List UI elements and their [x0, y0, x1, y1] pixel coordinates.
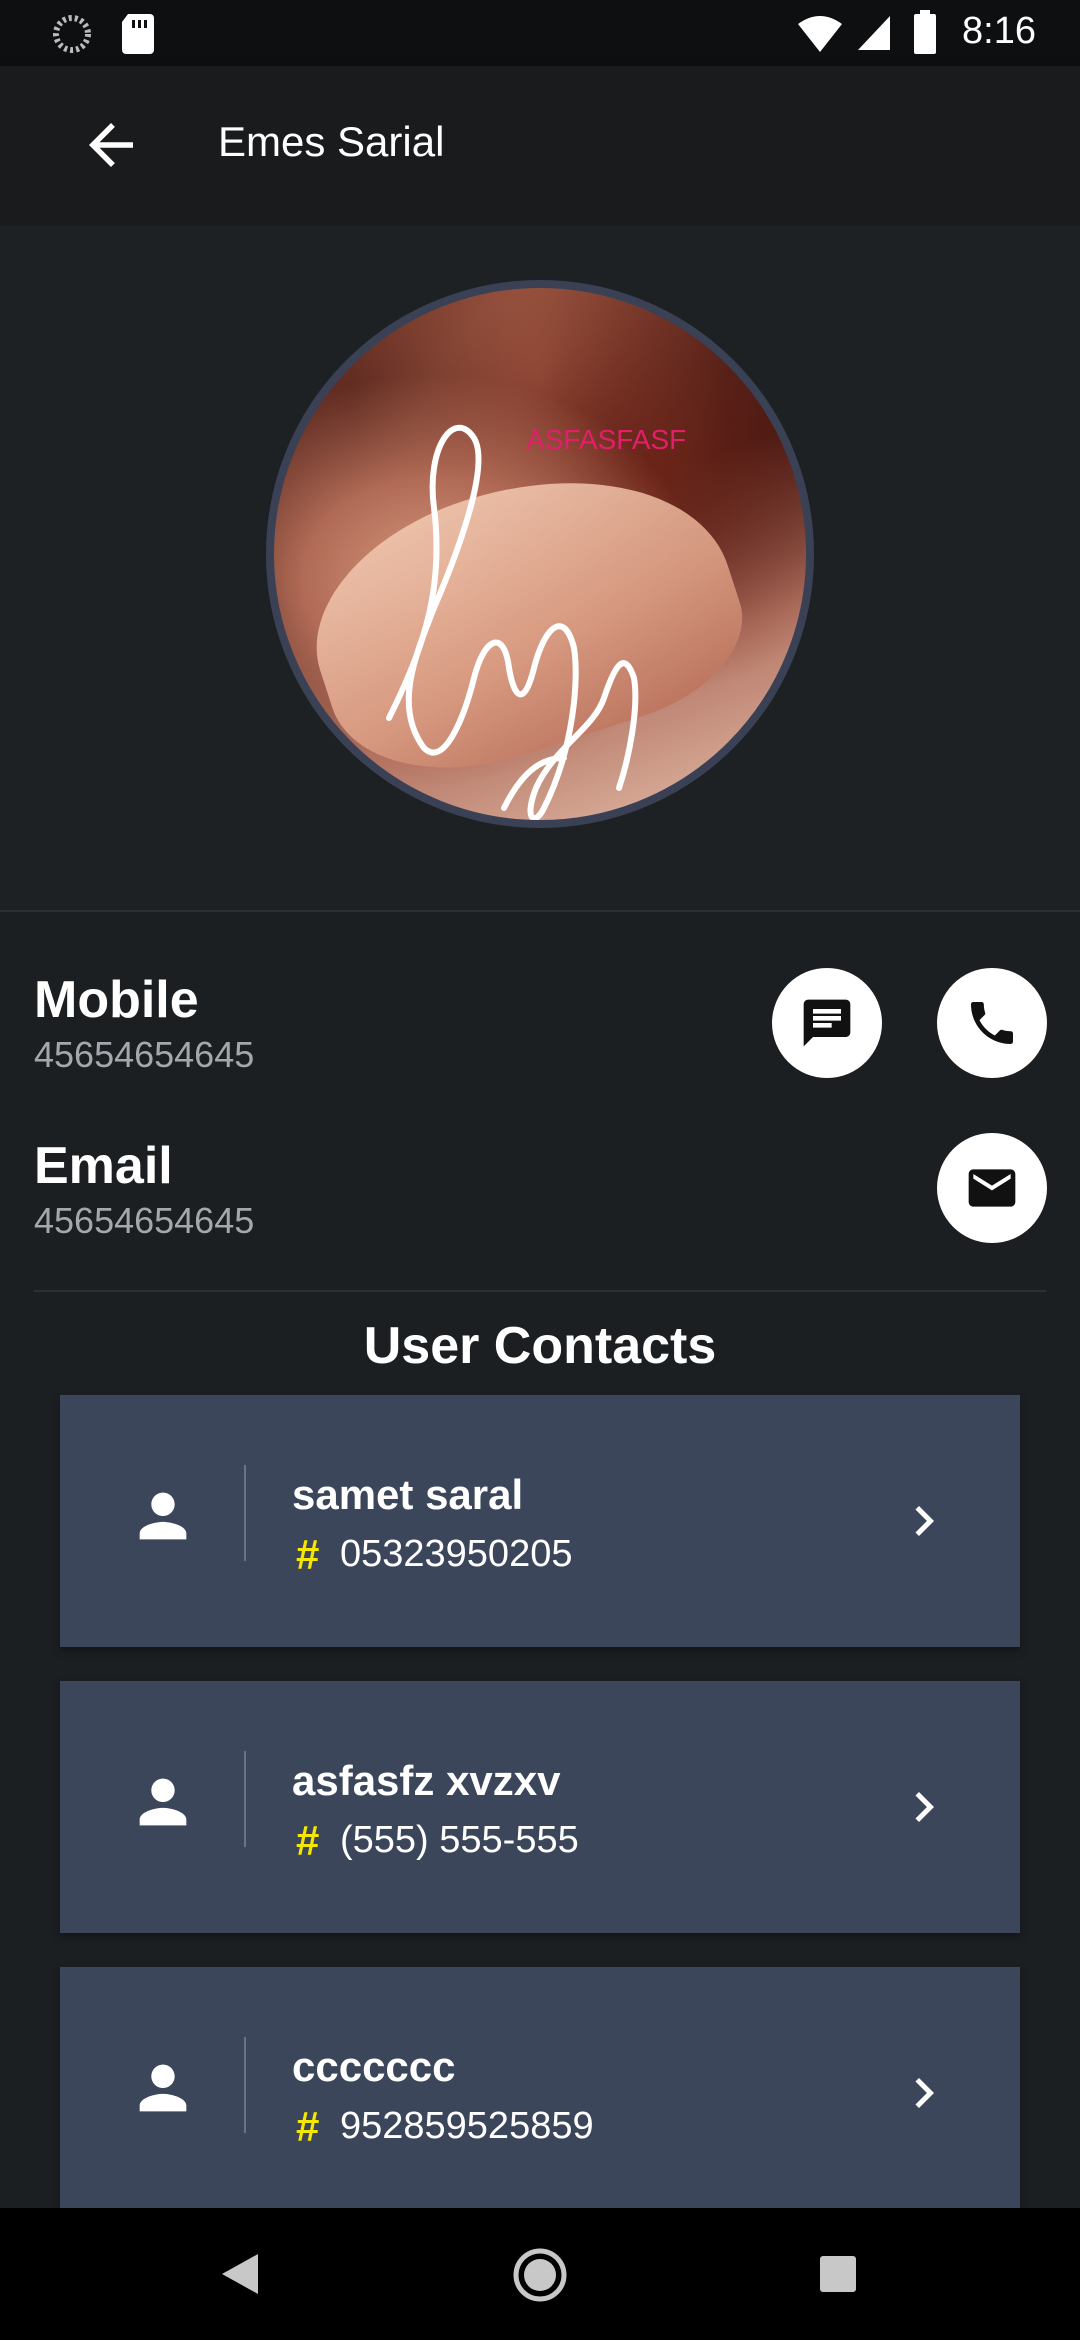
sd-card-icon — [122, 14, 154, 54]
contact-card[interactable]: ccccccc # 952859525859 — [60, 1967, 1020, 2219]
app-bar: Emes Sarial — [0, 66, 1080, 226]
contact-phone: (555) 555-555 — [340, 1819, 579, 1861]
status-bar: 8:16 — [0, 0, 1080, 66]
cell-signal-icon — [858, 16, 890, 50]
user-contacts-title: User Contacts — [363, 1317, 717, 1375]
chevron-right-icon[interactable] — [894, 2063, 954, 2123]
mail-icon — [968, 1169, 1016, 1207]
message-button[interactable] — [772, 968, 882, 1078]
message-icon — [803, 999, 851, 1047]
section-divider — [34, 1290, 1046, 1292]
battery-icon — [914, 10, 936, 54]
loading-indicator-icon — [53, 15, 91, 53]
mobile-label: Mobile — [34, 971, 199, 1029]
email-label: Email — [34, 1137, 173, 1195]
email-button[interactable] — [937, 1133, 1047, 1243]
phone-icon — [971, 1002, 1013, 1044]
page-title: Emes Sarial — [218, 118, 445, 165]
header-divider — [0, 910, 1080, 912]
card-separator — [244, 1751, 246, 1847]
profile-photo[interactable]: ASFASFASF — [266, 280, 814, 828]
contact-name: ccccccc — [292, 2043, 456, 2090]
status-time: 8:16 — [962, 10, 1036, 52]
back-arrow-icon[interactable] — [78, 112, 144, 178]
person-icon — [139, 1778, 187, 1826]
person-icon — [139, 2064, 187, 2112]
contact-card[interactable]: asfasfz xvzxv # (555) 555-555 — [60, 1681, 1020, 1933]
mobile-value: 45654654645 — [34, 1034, 255, 1075]
contact-phone: 05323950205 — [340, 1533, 573, 1575]
signature-graphic — [386, 424, 639, 820]
hash-icon: # — [296, 2103, 320, 2150]
contact-card[interactable]: samet saral # 05323950205 — [60, 1395, 1020, 1647]
nav-back-icon[interactable] — [218, 2250, 262, 2298]
person-icon — [139, 1492, 187, 1540]
email-value: 45654654645 — [34, 1200, 255, 1241]
nav-recents-icon[interactable] — [818, 2254, 858, 2294]
contact-name: samet saral — [292, 1471, 524, 1518]
nav-home-icon[interactable] — [511, 2246, 569, 2304]
hash-icon: # — [296, 1817, 320, 1864]
call-button[interactable] — [937, 968, 1047, 1078]
hash-icon: # — [296, 1531, 320, 1578]
contact-name: asfasfz xvzxv — [292, 1757, 561, 1804]
card-separator — [244, 1465, 246, 1561]
system-nav-bar — [0, 2208, 1080, 2340]
card-separator — [244, 2037, 246, 2133]
wifi-icon — [798, 16, 842, 52]
chevron-right-icon[interactable] — [894, 1777, 954, 1837]
chevron-right-icon[interactable] — [894, 1491, 954, 1551]
contact-phone: 952859525859 — [340, 2105, 594, 2147]
